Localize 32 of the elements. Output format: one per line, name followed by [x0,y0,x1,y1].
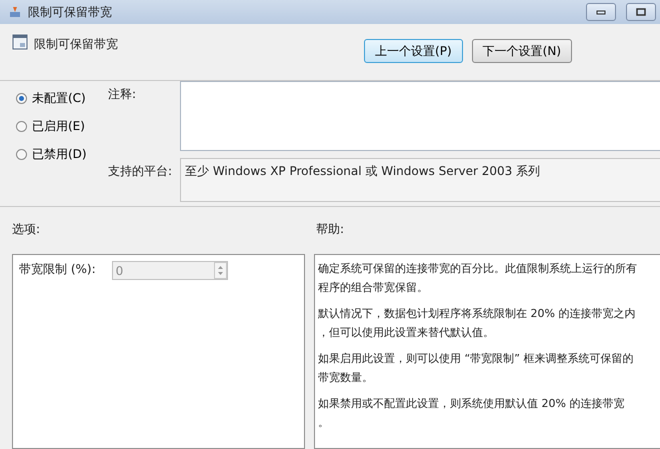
help-text-line: 默认情况下，数据包计划程序将系统限制在 20% 的连接带宽之内 [318,306,636,322]
help-text-line: ，但可以使用此设置来替代默认值。 [318,325,495,341]
state-radio-option[interactable]: 已启用(E) [16,118,108,135]
help-text-line: 确定系统可保留的连接带宽的百分比。此值限制系统上运行的所有 [318,261,638,277]
comment-label: 注释: [108,86,138,103]
bandwidth-limit-label: 带宽限制 (%): [19,261,96,278]
radio-label: 已启用(E) [32,118,85,135]
previous-setting-button[interactable]: 上一个设置(P) [364,39,463,63]
help-text-line: 带宽数量。 [318,370,374,386]
platform-label: 支持的平台: [108,163,174,180]
state-radio-option[interactable]: 未配置(C) [16,90,108,107]
policy-icon [12,34,28,50]
setting-title: 限制可保留带宽 [34,36,118,53]
minimize-button[interactable] [586,3,616,21]
maximize-button[interactable] [626,3,656,21]
help-text-line: 如果禁用或不配置此设置，则系统使用默认值 20% 的连接带宽 [318,396,626,412]
minimize-icon [596,9,606,15]
options-label: 选项: [12,222,40,236]
radio-label: 未配置(C) [32,90,86,107]
state-radio-option[interactable]: 已禁用(D) [16,146,108,163]
help-text-line: 程序的组合带宽保留。 [318,280,429,296]
app-icon [8,5,22,19]
next-setting-button[interactable]: 下一个设置(N) [472,39,572,63]
comment-field[interactable] [180,81,660,151]
maximize-icon [636,8,646,16]
help-text-line: 如果启用此设置，则可以使用 “带宽限制” 框来调整系统可保留的 [318,351,634,367]
help-text-line: 。 [318,415,330,431]
spin-arrows-icon [214,262,227,279]
help-label: 帮助: [316,221,344,237]
platform-field: 至少 Windows XP Professional 或 Windows Server 2003 系列 [180,158,660,202]
window-title: 限制可保留带宽 [28,4,112,20]
radio-label: 已禁用(D) [32,146,87,163]
